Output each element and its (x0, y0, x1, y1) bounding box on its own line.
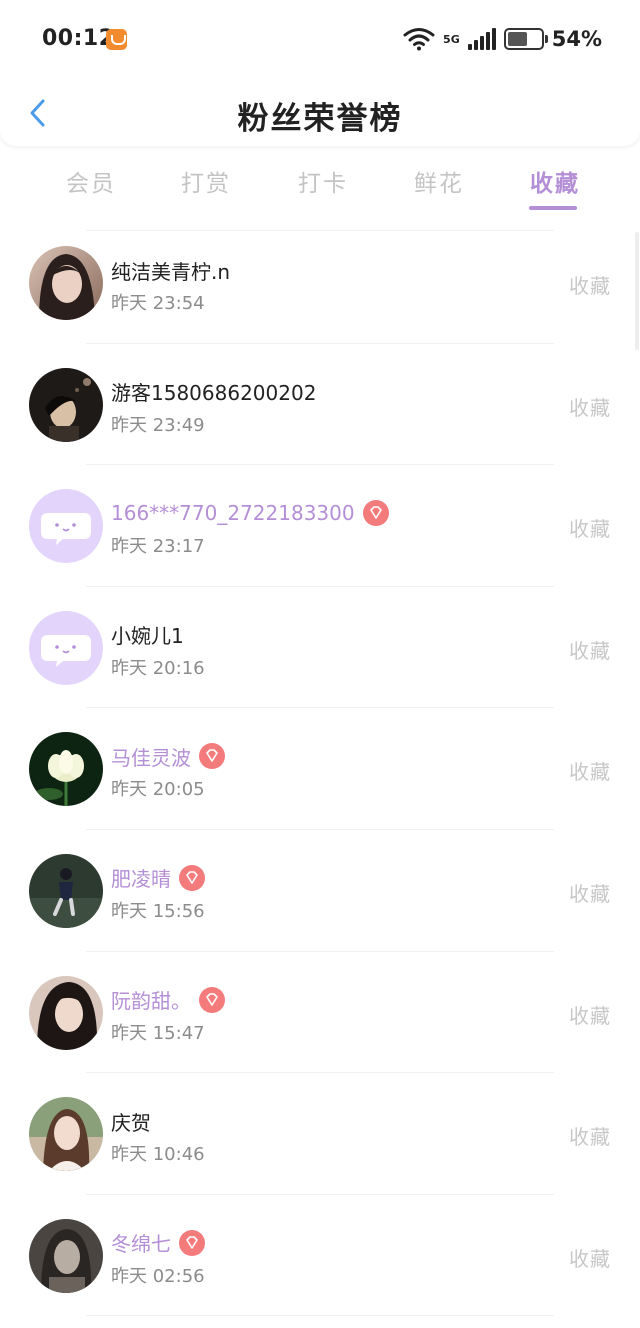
user-name: 游客1580686200202 (111, 381, 317, 406)
timestamp: 昨天 15:56 (111, 900, 205, 922)
tab-bar: 会员 打赏 打卡 鲜花 收藏 (0, 158, 640, 214)
action-label: 收藏 (569, 881, 611, 906)
user-name: 阮韵甜。 (111, 989, 191, 1014)
list-item[interactable]: 肥凌晴 昨天 15:56 收藏 (0, 830, 640, 952)
battery-level-fill (507, 32, 528, 46)
action-label: 收藏 (569, 274, 611, 298)
list-item[interactable]: 166***770_2722183300 昨天 23:17 收藏 (0, 465, 640, 587)
user-name: 冬绵七 (111, 1232, 171, 1257)
name-line: 庆贺 (111, 1107, 151, 1135)
list-item[interactable]: 马佳灵波 昨天 20:05 收藏 (0, 708, 640, 830)
timestamp: 昨天 23:17 (111, 536, 205, 558)
signal-icon (467, 28, 496, 50)
chat-bubble-icon (41, 634, 91, 667)
avatar[interactable] (29, 367, 103, 442)
name-line: 纯洁美青柠.n (111, 256, 230, 284)
action-label: 收藏 (569, 1246, 611, 1271)
user-name: 纯洁美青柠.n (111, 259, 231, 284)
avatar[interactable] (29, 489, 103, 564)
network-type-label: 5G (443, 32, 460, 46)
app-notification-icon (106, 29, 127, 50)
name-line: 阮韵甜。 (111, 986, 225, 1014)
battery-percent: 54% (551, 27, 602, 51)
list-item[interactable]: 纯洁美青柠.n 昨天 23:54 收藏 (0, 222, 640, 344)
timestamp: 昨天 23:54 (111, 293, 205, 314)
diamond-icon (199, 743, 225, 770)
avatar[interactable] (29, 975, 103, 1050)
tab-member[interactable]: 会员 (66, 164, 116, 198)
fan-list: 纯洁美青柠.n 昨天 23:54 收藏 游客1580686200202 昨天 2… (0, 222, 640, 1316)
tab-flowers[interactable]: 鲜花 (414, 164, 464, 198)
timestamp: 昨天 15:47 (111, 1022, 205, 1044)
tab-reward[interactable]: 打赏 (181, 164, 231, 198)
diamond-icon (179, 864, 205, 891)
timestamp: 昨天 10:46 (111, 1144, 205, 1166)
status-indicators: 5G 54% (403, 26, 602, 52)
name-line: 马佳灵波 (111, 742, 225, 770)
action-label: 收藏 (569, 1003, 611, 1028)
action-label: 收藏 (569, 760, 611, 785)
action-label: 收藏 (569, 638, 611, 663)
active-tab-indicator (529, 206, 577, 210)
user-name: 庆贺 (111, 1110, 151, 1135)
avatar[interactable] (29, 610, 103, 685)
diamond-icon (179, 1229, 205, 1256)
avatar[interactable] (29, 732, 103, 807)
status-bar: 00:12 5G 54% (0, 0, 640, 80)
title-bar: 粉丝荣誉榜 (0, 80, 640, 146)
action-label: 收藏 (569, 1125, 611, 1150)
name-line: 游客1580686200202 (111, 378, 316, 406)
wifi-icon (403, 27, 435, 51)
timestamp: 昨天 23:49 (111, 414, 205, 436)
list-item[interactable]: 庆贺 昨天 10:46 收藏 (0, 1073, 640, 1195)
name-line: 166***770_2722183300 (111, 499, 389, 527)
scrollbar[interactable] (635, 232, 639, 350)
page-title: 粉丝荣誉榜 (237, 101, 403, 137)
user-name: 马佳灵波 (111, 745, 191, 770)
diamond-icon (362, 500, 389, 527)
action-label: 收藏 (569, 395, 611, 420)
status-time: 00:12 (42, 26, 115, 51)
action-label: 收藏 (569, 517, 611, 542)
name-line: 小婉儿1 (111, 621, 184, 649)
timestamp: 昨天 20:16 (111, 657, 205, 679)
avatar[interactable] (29, 1218, 103, 1293)
diamond-icon (199, 986, 225, 1013)
user-name: 小婉儿1 (111, 624, 184, 649)
user-name: 166***770_2722183300 (111, 501, 355, 526)
avatar[interactable] (29, 246, 103, 320)
chat-bubble-icon (41, 513, 91, 546)
list-item[interactable]: 阮韵甜。 昨天 15:47 收藏 (0, 952, 640, 1074)
list-item[interactable]: 游客1580686200202 昨天 23:49 收藏 (0, 344, 640, 466)
name-line: 冬绵七 (111, 1229, 205, 1257)
battery-icon (503, 28, 548, 50)
avatar[interactable] (29, 853, 103, 928)
list-item[interactable]: 小婉儿1 昨天 20:16 收藏 (0, 587, 640, 709)
user-name: 肥凌晴 (111, 867, 171, 892)
name-line: 肥凌晴 (111, 864, 205, 892)
avatar[interactable] (29, 1097, 103, 1172)
tab-checkin[interactable]: 打卡 (298, 164, 348, 198)
tab-favorites[interactable]: 收藏 (530, 164, 580, 198)
timestamp: 昨天 20:05 (111, 779, 205, 801)
list-item[interactable]: 冬绵七 昨天 02:56 收藏 (0, 1195, 640, 1317)
timestamp: 昨天 02:56 (111, 1265, 205, 1287)
